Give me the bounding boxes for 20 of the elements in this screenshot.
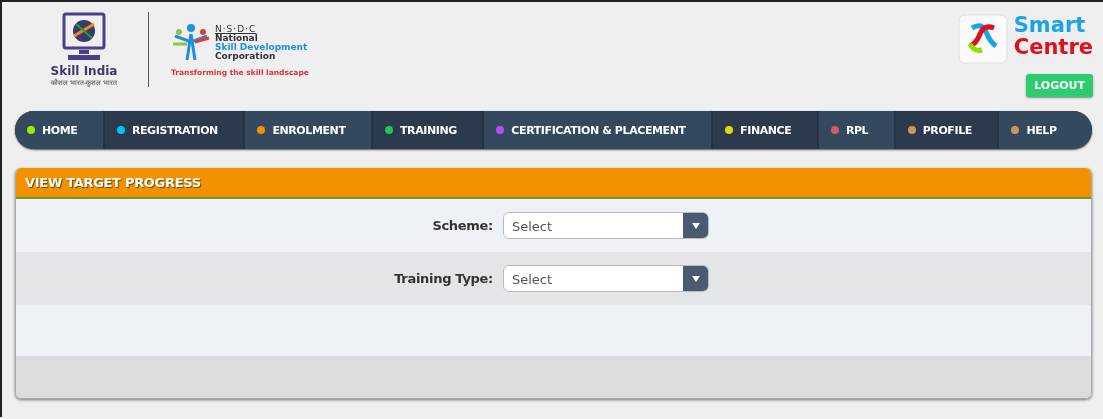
dropdown-caret-icon [683, 213, 708, 238]
select-dropdown[interactable]: Select [503, 212, 709, 239]
nsdc-name-line: Skill Development [215, 42, 308, 52]
field-label: Training Type: [393, 271, 494, 286]
skill-india-logo-icon [62, 12, 106, 62]
nsdc-name-line: National [215, 33, 259, 43]
dropdown-caret-icon [683, 266, 708, 291]
smart-centre-text: Centre [1013, 36, 1093, 58]
nav-tab[interactable]: REGISTRATION [104, 111, 246, 149]
field-label: Scheme: [431, 218, 494, 233]
smart-centre-text: Smart [1013, 14, 1086, 36]
skill-india-text: Skill India [50, 64, 118, 78]
nav-tab[interactable]: ENROLMENT [245, 111, 373, 149]
nav-tab[interactable]: HOME [15, 111, 105, 149]
smart-centre-logo-icon [957, 14, 1008, 64]
select-dropdown[interactable]: Select [503, 265, 709, 292]
nsdc-name-line: Corporation [215, 51, 276, 61]
people-logo-icon [171, 22, 211, 62]
nsdc-acronym: N·S·D·C [215, 23, 258, 34]
panel-title: VIEW TARGET PROGRESS [16, 168, 1091, 199]
